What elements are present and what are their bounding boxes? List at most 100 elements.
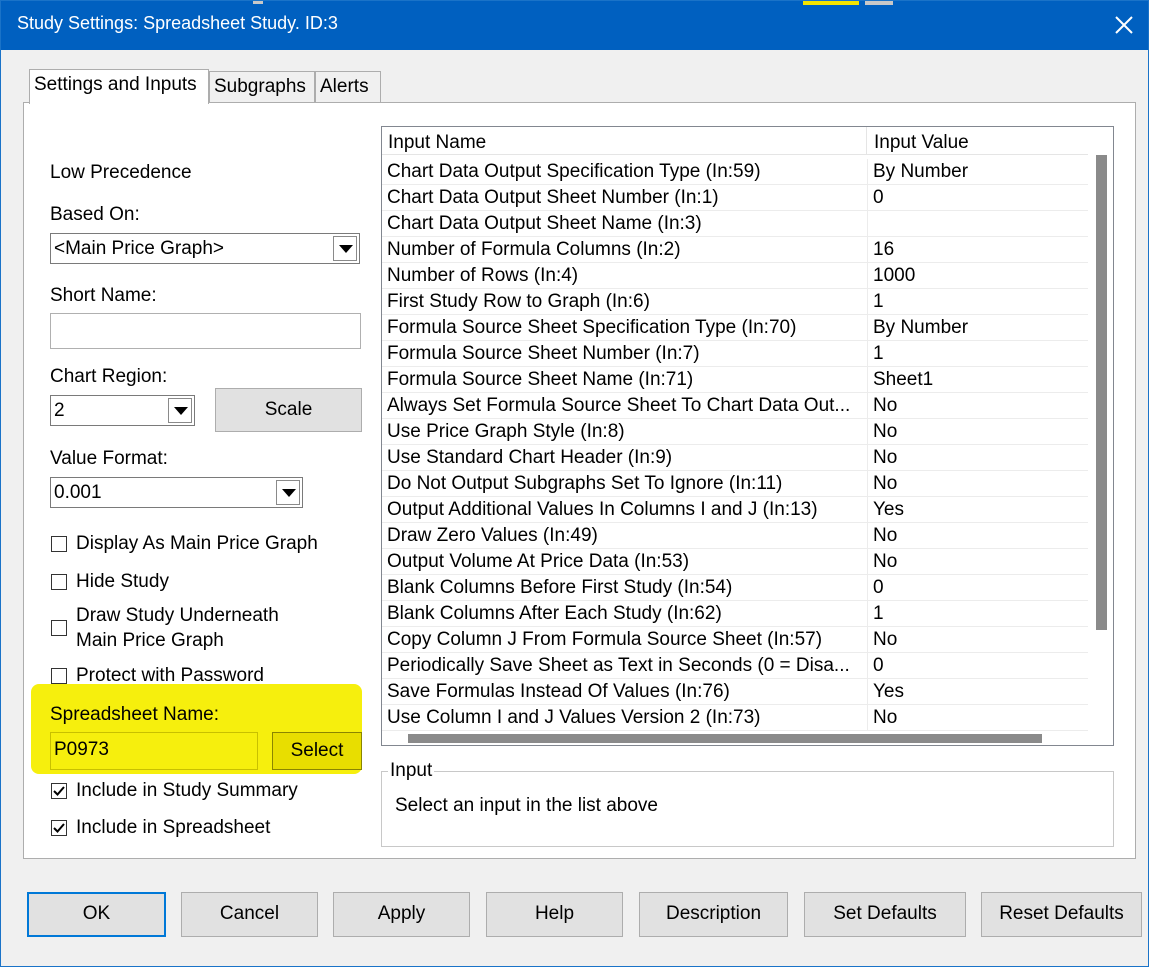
table-row[interactable]: Number of Formula Columns (In:2) 16 <box>382 237 1088 263</box>
table-row[interactable]: Copy Column J From Formula Source Sheet … <box>382 627 1088 653</box>
input-value-cell[interactable]: No <box>873 525 897 547</box>
input-value-cell[interactable]: No <box>873 707 897 729</box>
input-name-cell: Chart Data Output Specification Type (In… <box>387 161 761 182</box>
apply-button-label: Apply <box>377 903 426 924</box>
inputs-list[interactable]: Input Name Input Value Chart Data Output… <box>381 126 1114 746</box>
chevron-down-icon[interactable] <box>276 480 300 505</box>
column-header-input-name[interactable]: Input Name <box>382 127 867 155</box>
table-row[interactable]: Chart Data Output Sheet Number (In:1) 0 <box>382 185 1088 211</box>
title-bar[interactable]: Study Settings: Spreadsheet Study. ID:3 <box>1 1 1148 50</box>
input-value-cell[interactable]: 0 <box>873 577 884 599</box>
chart-region-select[interactable]: 2 <box>50 395 195 426</box>
based-on-label: Based On: <box>50 204 140 225</box>
input-value-cell[interactable]: Yes <box>873 681 904 703</box>
column-header-input-value[interactable]: Input Value <box>868 127 1088 155</box>
input-value-cell[interactable]: 1000 <box>873 265 915 287</box>
table-row[interactable]: Draw Zero Values (In:49) No <box>382 523 1088 549</box>
column-separator <box>867 471 868 497</box>
column-separator <box>867 211 868 237</box>
input-value-cell[interactable]: No <box>873 551 897 573</box>
ok-button[interactable]: OK <box>27 892 166 937</box>
value-format-value: 0.001 <box>54 482 102 503</box>
input-value-cell[interactable]: 0 <box>873 655 884 677</box>
table-row[interactable]: Use Price Graph Style (In:8) No <box>382 419 1088 445</box>
table-row[interactable]: Formula Source Sheet Specification Type … <box>382 315 1088 341</box>
close-icon[interactable] <box>1106 7 1142 43</box>
input-name-cell: Use Price Graph Style (In:8) <box>387 421 625 442</box>
display-as-main-checkbox[interactable] <box>51 536 67 552</box>
column-separator <box>867 367 868 393</box>
input-value-cell[interactable]: 1 <box>873 291 884 313</box>
set-defaults-button[interactable]: Set Defaults <box>804 892 966 937</box>
table-row[interactable]: Formula Source Sheet Name (In:71) Sheet1 <box>382 367 1088 393</box>
input-name-cell: Blank Columns Before First Study (In:54) <box>387 577 733 598</box>
input-value-cell[interactable]: 1 <box>873 343 884 365</box>
table-row[interactable]: Output Additional Values In Columns I an… <box>382 497 1088 523</box>
input-value-cell[interactable]: No <box>873 421 897 443</box>
scale-button[interactable]: Scale <box>215 388 362 432</box>
input-value-cell[interactable]: Sheet1 <box>873 369 933 391</box>
input-name-cell: Do Not Output Subgraphs Set To Ignore (I… <box>387 473 783 494</box>
table-row[interactable]: Blank Columns After Each Study (In:62) 1 <box>382 601 1088 627</box>
table-row[interactable]: Blank Columns Before First Study (In:54)… <box>382 575 1088 601</box>
tab-subgraphs[interactable]: Subgraphs <box>209 71 315 103</box>
input-value-cell[interactable]: By Number <box>873 161 968 183</box>
include-spreadsheet-checkbox[interactable] <box>51 820 67 836</box>
input-name-cell: Copy Column J From Formula Source Sheet … <box>387 629 823 650</box>
table-row[interactable]: Formula Source Sheet Number (In:7) 1 <box>382 341 1088 367</box>
table-row[interactable]: Chart Data Output Specification Type (In… <box>382 159 1088 185</box>
tab-alerts[interactable]: Alerts <box>315 71 381 103</box>
column-separator <box>867 185 868 211</box>
protect-password-checkbox[interactable] <box>51 668 67 684</box>
reset-defaults-button[interactable]: Reset Defaults <box>981 892 1142 937</box>
input-name-cell: Chart Data Output Sheet Number (In:1) <box>387 187 719 208</box>
description-button[interactable]: Description <box>639 892 788 937</box>
table-row[interactable]: Output Volume At Price Data (In:53) No <box>382 549 1088 575</box>
table-row[interactable]: First Study Row to Graph (In:6) 1 <box>382 289 1088 315</box>
table-row[interactable]: Always Set Formula Source Sheet To Chart… <box>382 393 1088 419</box>
title-deco <box>253 1 263 4</box>
include-summary-checkbox[interactable] <box>51 783 67 799</box>
chevron-down-icon[interactable] <box>168 398 192 423</box>
column-separator <box>867 601 868 627</box>
table-row[interactable]: Save Formulas Instead Of Values (In:76) Y… <box>382 679 1088 705</box>
horizontal-scrollbar[interactable] <box>408 734 1042 743</box>
input-value-cell[interactable]: Yes <box>873 499 904 521</box>
input-value-cell[interactable]: 0 <box>873 187 884 209</box>
apply-button[interactable]: Apply <box>333 892 470 937</box>
table-row[interactable]: Number of Rows (In:4) 1000 <box>382 263 1088 289</box>
table-row[interactable]: Periodically Save Sheet as Text in Secon… <box>382 653 1088 679</box>
table-row[interactable]: Use Standard Chart Header (In:9) No <box>382 445 1088 471</box>
input-value-cell[interactable]: 16 <box>873 239 894 261</box>
help-button-label: Help <box>534 903 575 924</box>
table-row[interactable]: Use Column I and J Values Version 2 (In:… <box>382 705 1088 731</box>
based-on-select[interactable]: <Main Price Graph> <box>50 233 360 264</box>
draw-underneath-checkbox[interactable] <box>51 620 67 636</box>
value-format-select[interactable]: 0.001 <box>50 477 303 508</box>
column-separator <box>867 497 868 523</box>
help-button[interactable]: Help <box>486 892 623 937</box>
short-name-input[interactable] <box>50 313 361 349</box>
column-separator <box>867 341 868 367</box>
spreadsheet-name-input[interactable]: P0973 <box>50 732 258 770</box>
vertical-scrollbar[interactable] <box>1096 155 1107 630</box>
input-value-cell[interactable]: No <box>873 447 897 469</box>
table-row[interactable]: Chart Data Output Sheet Name (In:3) <box>382 211 1088 237</box>
input-value-cell[interactable]: No <box>873 395 897 417</box>
table-row[interactable]: Do Not Output Subgraphs Set To Ignore (I… <box>382 471 1088 497</box>
draw-underneath-label: Draw Study Underneath <box>76 605 279 626</box>
hide-study-checkbox[interactable] <box>51 574 67 590</box>
cancel-button[interactable]: Cancel <box>181 892 318 937</box>
select-button[interactable]: Select <box>272 732 362 770</box>
tab-settings-and-inputs[interactable]: Settings and Inputs <box>29 69 209 104</box>
column-separator <box>867 315 868 341</box>
input-name-cell: Draw Zero Values (In:49) <box>387 525 598 546</box>
input-value-cell[interactable]: By Number <box>873 317 968 339</box>
chevron-down-icon[interactable] <box>333 236 357 261</box>
column-separator <box>867 237 868 263</box>
input-value-cell[interactable]: No <box>873 473 897 495</box>
draw-underneath-label-2: Main Price Graph <box>76 630 224 651</box>
scale-button-label: Scale <box>264 399 313 420</box>
input-value-cell[interactable]: 1 <box>873 603 884 625</box>
input-value-cell[interactable]: No <box>873 629 897 651</box>
